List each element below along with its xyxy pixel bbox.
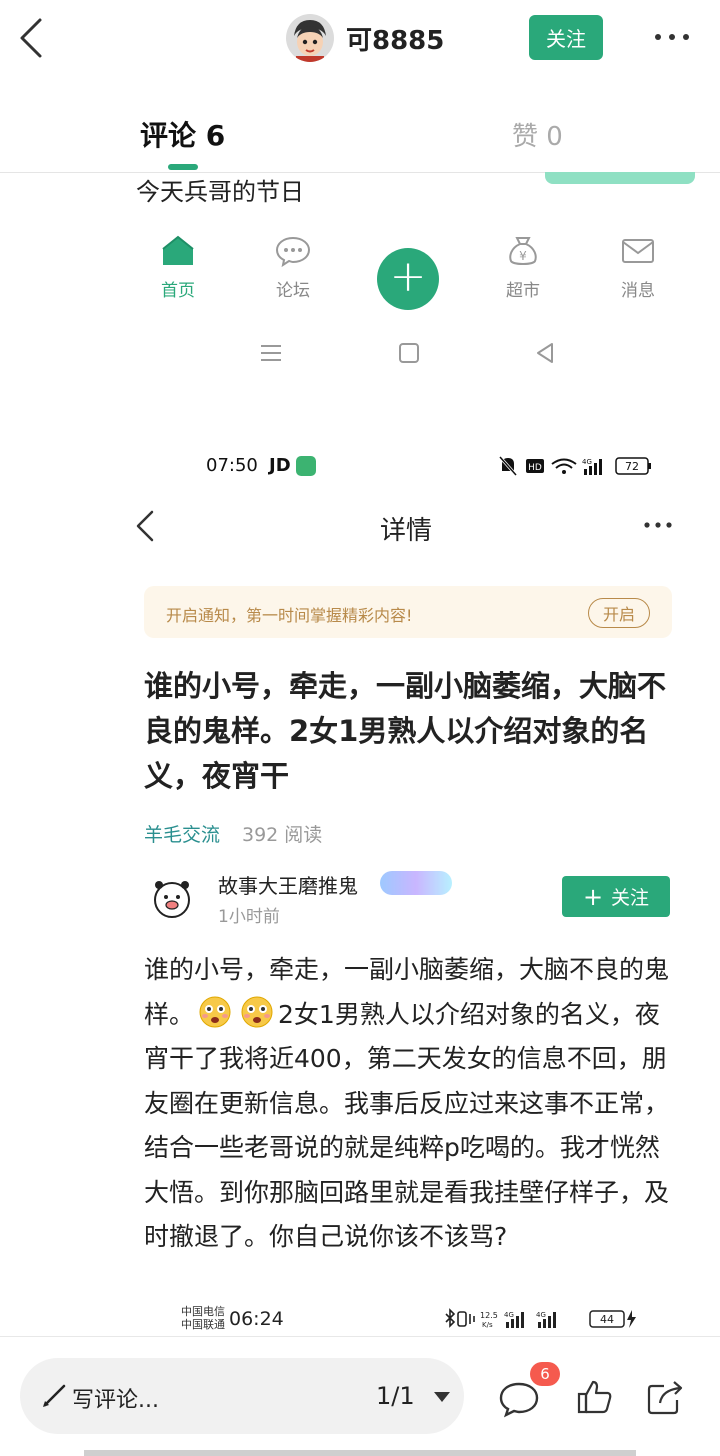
- comments-icon[interactable]: [498, 1380, 540, 1418]
- network-speed: 12.5: [480, 1311, 498, 1320]
- nav-item-forum[interactable]: 论坛: [253, 234, 333, 301]
- vibrate-icon: [457, 1311, 467, 1327]
- forum-link[interactable]: 羊毛交流: [144, 820, 220, 847]
- status-icons: HD 4G 72: [498, 456, 651, 476]
- page-indicator[interactable]: 1/1: [376, 1382, 415, 1410]
- nav-label: 超市: [506, 281, 540, 301]
- signal-icon: 4G: [504, 1311, 524, 1328]
- share-icon[interactable]: [646, 1378, 686, 1416]
- shocked-face-icon: [199, 996, 231, 1027]
- home-icon: [162, 235, 194, 265]
- svg-text:4G: 4G: [582, 458, 592, 466]
- follow-author-button[interactable]: + 关注: [562, 876, 670, 917]
- carrier-labels: 中国电信 中国联通: [181, 1305, 225, 1331]
- read-count: 392 阅读: [242, 824, 323, 846]
- comment-placeholder[interactable]: 写评论...: [72, 1382, 159, 1414]
- cartoon-face-icon: [286, 14, 334, 62]
- post-body-text: 2女1男熟人以介绍对象的名义，夜宵干了我将近400，第二天发女的信息不回，朋友圈…: [144, 999, 670, 1252]
- bottom-edge: [84, 1450, 636, 1456]
- nav-label: 首页: [161, 281, 195, 301]
- author-avatar[interactable]: [150, 876, 194, 920]
- thumbs-up-icon[interactable]: [576, 1378, 614, 1416]
- nav-item-market[interactable]: ¥ 超市: [483, 234, 563, 301]
- wifi-icon: [551, 458, 577, 469]
- nav-item-home[interactable]: 首页: [138, 234, 218, 301]
- status-icons: 12.5 K/s 4G 4G 44: [445, 1308, 636, 1329]
- battery-level: 72: [625, 460, 639, 473]
- follow-button[interactable]: 关注: [529, 15, 603, 60]
- divider: [0, 1336, 720, 1337]
- status-time: 07:50: [206, 455, 258, 476]
- post-plus-button[interactable]: +: [377, 248, 439, 310]
- menu-icon[interactable]: [258, 340, 284, 366]
- carrier-1: 中国电信: [181, 1305, 225, 1318]
- mute-bell-icon: [498, 456, 518, 476]
- mail-icon: [622, 239, 654, 263]
- plus-icon: +: [582, 882, 604, 911]
- active-tab-indicator: [168, 164, 198, 170]
- bluetooth-icon: [445, 1308, 456, 1328]
- more-options-icon[interactable]: [652, 28, 692, 46]
- caret-down-icon[interactable]: [432, 1390, 452, 1404]
- back-arrow-icon[interactable]: [14, 14, 50, 62]
- nav-label: 论坛: [276, 281, 310, 301]
- green-banner-fragment: [545, 172, 695, 184]
- svg-text:4G: 4G: [504, 1311, 514, 1319]
- home-square-icon[interactable]: [396, 340, 422, 366]
- user-name[interactable]: 可8885: [346, 20, 444, 57]
- svg-text:HD: HD: [528, 463, 542, 473]
- follow-label: 关注: [611, 887, 650, 909]
- author-badge-icon: [380, 871, 452, 895]
- chat-bubble-icon: [275, 236, 311, 268]
- post-time: 1小时前: [218, 907, 280, 927]
- status-app-label: JD: [269, 455, 291, 476]
- tab-likes[interactable]: 赞 0: [512, 116, 563, 153]
- pencil-icon: [43, 1384, 66, 1407]
- svg-text:4G: 4G: [536, 1311, 546, 1319]
- post-body: 谁的小号，牵走，一副小脑萎缩，大脑不良的鬼样。 2女1男熟人以介绍对象的名义，夜宵…: [144, 948, 678, 1260]
- battery-level: 44: [600, 1313, 614, 1326]
- svg-text:¥: ¥: [519, 249, 527, 263]
- shocked-face-icon: [241, 996, 273, 1027]
- nav-item-messages[interactable]: 消息: [598, 234, 678, 301]
- tab-comments[interactable]: 评论 6: [140, 114, 225, 154]
- page-title: 详情: [380, 516, 433, 546]
- network-speed-unit: K/s: [482, 1321, 493, 1329]
- signal-icon: 4G: [536, 1311, 556, 1328]
- charging-icon: [627, 1310, 636, 1328]
- notification-text: 开启通知，第一时间掌握精彩内容!: [166, 606, 413, 625]
- author-name[interactable]: 故事大王磨推鬼: [218, 870, 358, 899]
- status-time: 06:24: [229, 1308, 284, 1330]
- snippet-text: 今天兵哥的节日: [136, 178, 304, 206]
- post-title: 谁的小号，牵走，一副小脑萎缩，大脑不良的鬼样。2女1男熟人以介绍对象的名义，夜宵…: [144, 669, 667, 793]
- comment-count-badge: 6: [530, 1362, 560, 1386]
- money-bag-icon: ¥: [509, 237, 537, 265]
- back-triangle-icon[interactable]: [532, 340, 558, 366]
- nav-label: 消息: [621, 281, 655, 301]
- enable-notification-button[interactable]: 开启: [588, 598, 650, 628]
- avatar[interactable]: [286, 14, 334, 62]
- carrier-2: 中国联通: [181, 1318, 225, 1331]
- back-arrow-icon[interactable]: [132, 506, 158, 546]
- more-options-icon[interactable]: [642, 518, 674, 532]
- shield-icon: [296, 456, 316, 476]
